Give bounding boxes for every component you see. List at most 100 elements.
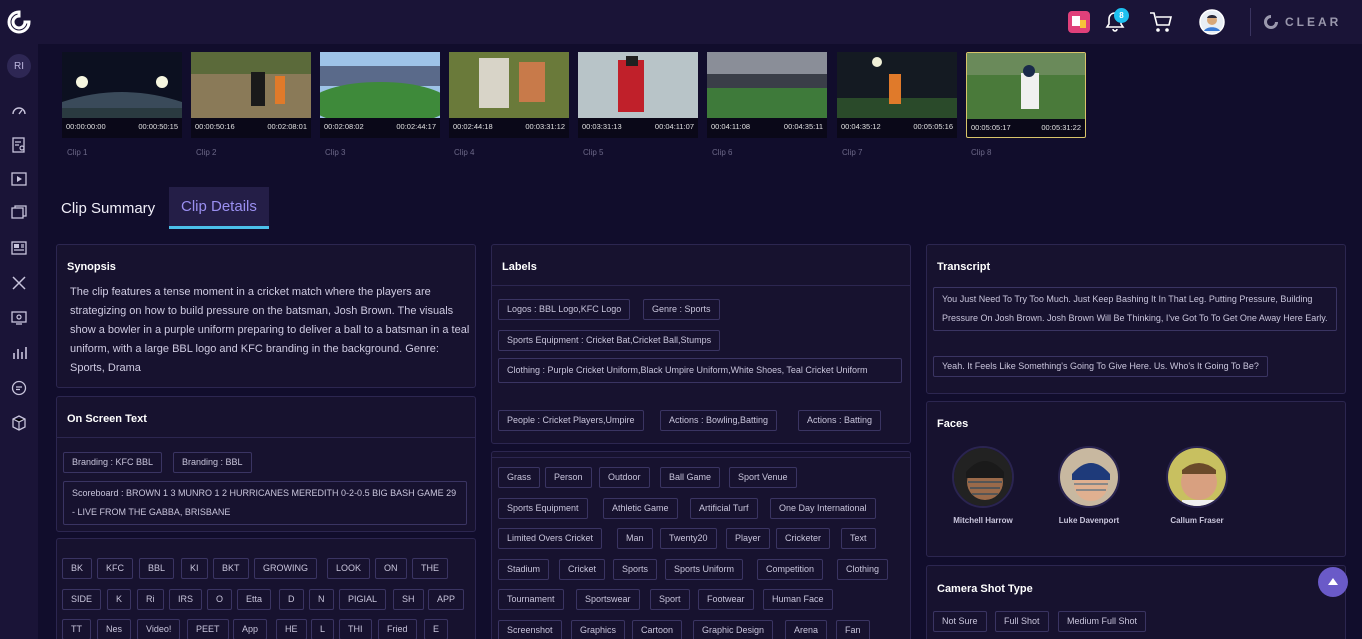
- label-keyword-tag[interactable]: Text: [841, 528, 876, 549]
- ost-word-tag[interactable]: APP: [428, 589, 465, 610]
- ost-word-tag[interactable]: D: [279, 589, 304, 610]
- ost-word-tag[interactable]: KFC: [97, 558, 133, 579]
- label-keyword-tag[interactable]: Graphics: [571, 620, 626, 639]
- clip-thumbnail-5[interactable]: 00:03:31:13 00:04:11:07: [578, 52, 698, 138]
- ost-word-tag[interactable]: ON: [375, 558, 407, 579]
- label-keyword-tag[interactable]: Graphic Design: [693, 620, 774, 639]
- ost-word-tag[interactable]: GROWING: [254, 558, 317, 579]
- label-keyword-tag[interactable]: Cricketer: [776, 528, 831, 549]
- camera-shot-tag[interactable]: Not Sure: [933, 611, 987, 632]
- label-keyword-tag[interactable]: One Day International: [770, 498, 876, 519]
- ost-word-tag[interactable]: THE: [412, 558, 448, 579]
- ost-word-tag[interactable]: SIDE: [62, 589, 102, 610]
- label-keyword-tag[interactable]: Sport: [650, 589, 690, 610]
- ost-word-tag[interactable]: L: [311, 619, 335, 639]
- label-keyword-tag[interactable]: Competition: [757, 559, 824, 580]
- ost-scoreboard-tag[interactable]: Scoreboard : BROWN 1 3 MUNRO 1 2 HURRICA…: [63, 481, 467, 525]
- ost-word-tag[interactable]: THI: [339, 619, 372, 639]
- clip-thumbnail-6[interactable]: 00:04:11:08 00:04:35:11: [707, 52, 827, 138]
- review-icon[interactable]: [10, 309, 28, 327]
- ost-word-tag[interactable]: BKT: [213, 558, 249, 579]
- camera-shot-tag[interactable]: Medium Full Shot: [1058, 611, 1147, 632]
- clip-thumbnail-8[interactable]: 00:05:05:17 00:05:31:22: [966, 52, 1086, 138]
- user-initials-avatar[interactable]: RI: [7, 54, 31, 78]
- ost-word-tag[interactable]: SH: [393, 589, 424, 610]
- ost-word-tag[interactable]: PEET: [187, 619, 229, 639]
- label-keyword-tag[interactable]: Sports: [613, 559, 658, 580]
- label-structured-tag[interactable]: Actions : Batting: [798, 410, 882, 431]
- label-keyword-tag[interactable]: Ball Game: [660, 467, 721, 488]
- face-card[interactable]: Callum Fraser: [1157, 446, 1237, 525]
- label-keyword-tag[interactable]: Cartoon: [632, 620, 683, 639]
- ost-word-tag[interactable]: IRS: [169, 589, 203, 610]
- label-keyword-tag[interactable]: Footwear: [698, 589, 754, 610]
- face-card[interactable]: Luke Davenport: [1049, 446, 1129, 525]
- ost-branding-tag[interactable]: Branding : BBL: [173, 452, 252, 473]
- label-keyword-tag[interactable]: Grass: [498, 467, 541, 488]
- label-keyword-tag[interactable]: Tournament: [498, 589, 564, 610]
- package-icon[interactable]: [10, 414, 28, 432]
- face-card[interactable]: Mitchell Harrow: [943, 446, 1023, 525]
- ost-word-tag[interactable]: TT: [62, 619, 91, 639]
- app-logo-icon[interactable]: [7, 10, 31, 34]
- label-keyword-tag[interactable]: Sports Equipment: [498, 498, 588, 519]
- label-keyword-tag[interactable]: Athletic Game: [603, 498, 678, 519]
- ost-word-tag[interactable]: BBL: [139, 558, 175, 579]
- label-keyword-tag[interactable]: Twenty20: [660, 528, 717, 549]
- label-keyword-tag[interactable]: Clothing: [837, 559, 889, 580]
- ost-word-tag[interactable]: LOOK: [327, 558, 371, 579]
- ost-word-tag[interactable]: PIGIAL: [339, 589, 387, 610]
- ost-word-tag[interactable]: Etta: [237, 589, 272, 610]
- label-keyword-tag[interactable]: Artificial Turf: [690, 498, 758, 519]
- tab-clip-summary[interactable]: Clip Summary: [49, 187, 167, 229]
- ost-word-tag[interactable]: HE: [276, 619, 307, 639]
- ost-word-tag[interactable]: E: [424, 619, 449, 639]
- label-keyword-tag[interactable]: Player: [726, 528, 770, 549]
- dashboard-icon[interactable]: [10, 101, 28, 119]
- news-icon[interactable]: [10, 239, 28, 257]
- label-keyword-tag[interactable]: Outdoor: [599, 467, 650, 488]
- label-structured-tag[interactable]: Logos : BBL Logo,KFC Logo: [498, 299, 631, 320]
- cart-icon[interactable]: [1148, 9, 1174, 35]
- tab-clip-details[interactable]: Clip Details: [169, 187, 269, 229]
- label-keyword-tag[interactable]: Man: [617, 528, 653, 549]
- label-keyword-tag[interactable]: Sports Uniform: [665, 559, 744, 580]
- tools-icon[interactable]: [10, 274, 28, 292]
- ost-word-tag[interactable]: Fried: [378, 619, 417, 639]
- label-keyword-tag[interactable]: Limited Overs Cricket: [498, 528, 603, 549]
- search-list-icon[interactable]: [10, 136, 28, 154]
- chat-icon[interactable]: [10, 379, 28, 397]
- video-icon[interactable]: [10, 170, 28, 188]
- clip-thumbnail-3[interactable]: 00:02:08:02 00:02:44:17: [320, 52, 440, 138]
- ost-word-tag[interactable]: Nes: [97, 619, 132, 639]
- label-keyword-tag[interactable]: Stadium: [498, 559, 550, 580]
- studio-app-icon[interactable]: [1066, 9, 1092, 35]
- ost-word-tag[interactable]: O: [207, 589, 233, 610]
- clear-brand-logo[interactable]: CLEAR: [1263, 12, 1341, 32]
- label-keyword-tag[interactable]: Fan: [836, 620, 870, 639]
- ost-word-tag[interactable]: N: [309, 589, 334, 610]
- camera-shot-tag[interactable]: Full Shot: [995, 611, 1049, 632]
- transcript-line[interactable]: You Just Need To Try Too Much. Just Keep…: [933, 287, 1337, 331]
- ost-word-tag[interactable]: K: [107, 589, 132, 610]
- analytics-icon[interactable]: [10, 344, 28, 362]
- clip-thumbnail-2[interactable]: 00:00:50:16 00:02:08:01: [191, 52, 311, 138]
- ost-word-tag[interactable]: KI: [181, 558, 208, 579]
- label-keyword-tag[interactable]: Screenshot: [498, 620, 562, 639]
- ost-branding-tag[interactable]: Branding : KFC BBL: [63, 452, 163, 473]
- transcript-line[interactable]: Yeah. It Feels Like Something's Going To…: [933, 356, 1268, 377]
- label-structured-tag[interactable]: Genre : Sports: [643, 299, 720, 320]
- label-keyword-tag[interactable]: Arena: [785, 620, 828, 639]
- ost-word-tag[interactable]: BK: [62, 558, 93, 579]
- ost-word-tag[interactable]: App: [233, 619, 268, 639]
- label-structured-tag[interactable]: Actions : Bowling,Batting: [660, 410, 778, 431]
- ost-word-tag[interactable]: Ri: [137, 589, 164, 610]
- label-structured-tag[interactable]: Sports Equipment : Cricket Bat,Cricket B…: [498, 330, 721, 351]
- clip-thumbnail-4[interactable]: 00:02:44:18 00:03:31:12: [449, 52, 569, 138]
- label-keyword-tag[interactable]: Person: [545, 467, 592, 488]
- clip-thumbnail-1[interactable]: 00:00:00:00 00:00:50:15: [62, 52, 182, 138]
- label-structured-tag[interactable]: Clothing : Purple Cricket Uniform,Black …: [498, 358, 902, 383]
- user-avatar-icon[interactable]: [1199, 9, 1225, 35]
- label-keyword-tag[interactable]: Cricket: [559, 559, 606, 580]
- label-keyword-tag[interactable]: Sportswear: [576, 589, 640, 610]
